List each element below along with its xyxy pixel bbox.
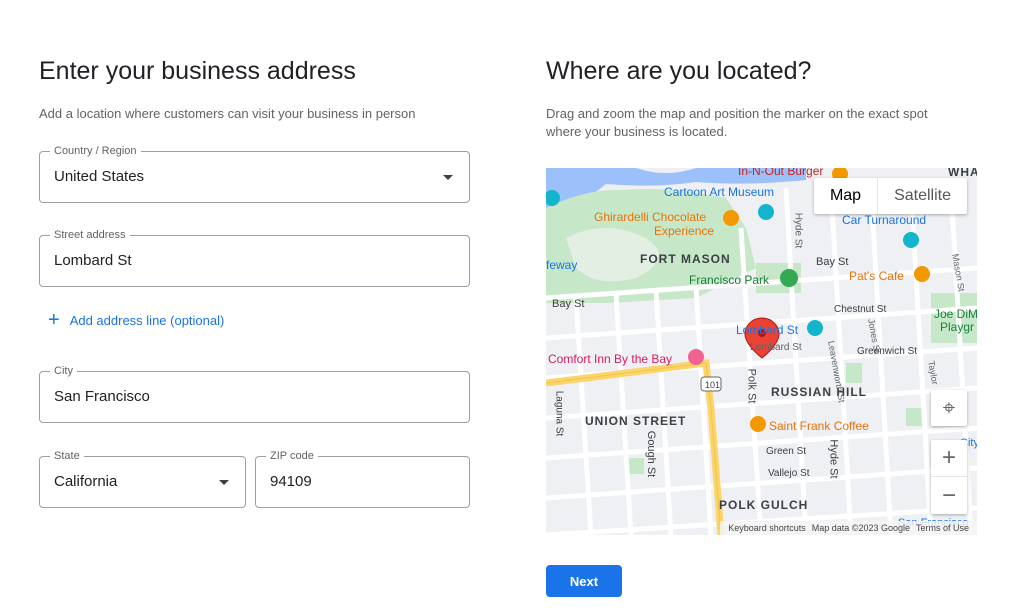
page-title: Enter your business address bbox=[39, 57, 356, 85]
map-label: Ghirardelli Chocolate bbox=[594, 210, 707, 224]
my-location-button[interactable]: ⌖ bbox=[931, 390, 967, 426]
map-label: Car Turnaround bbox=[842, 213, 927, 227]
zoom-controls: + − bbox=[931, 440, 967, 514]
map-label: FORT MASON bbox=[640, 252, 731, 266]
location-title: Where are you located? bbox=[546, 57, 812, 85]
map-label: Experience bbox=[654, 224, 715, 238]
map-label: Hyde St bbox=[792, 212, 804, 249]
map-attribution: Keyboard shortcuts Map data ©2023 Google… bbox=[720, 521, 977, 535]
map-view[interactable]: In-N-Out Burger Cartoon Art Museum WHA G… bbox=[546, 168, 977, 535]
map-label: Bay St bbox=[816, 256, 849, 268]
map-label: Chestnut St bbox=[834, 304, 887, 315]
map-label: Saint Frank Coffee bbox=[769, 419, 869, 433]
map-label: feway bbox=[546, 258, 578, 272]
state-select[interactable]: State California bbox=[39, 449, 246, 508]
city-value: San Francisco bbox=[54, 388, 150, 405]
state-label: State bbox=[50, 449, 84, 463]
country-value: United States bbox=[54, 168, 145, 185]
street-address-label: Street address bbox=[50, 228, 130, 242]
map-label: In-N-Out Burger bbox=[738, 168, 824, 178]
state-value: California bbox=[54, 473, 118, 490]
map-label: Laguna St bbox=[553, 390, 565, 437]
crosshair-icon: ⌖ bbox=[942, 395, 956, 420]
minus-icon: − bbox=[941, 481, 956, 509]
map-label: Joe DiM bbox=[934, 307, 977, 321]
map-label: Gough St bbox=[645, 430, 658, 478]
map-label: Greenwich St bbox=[857, 346, 918, 357]
map-label: Comfort Inn By the Bay bbox=[548, 352, 673, 366]
map-label: Vallejo St bbox=[768, 468, 810, 479]
zip-code-label: ZIP code bbox=[266, 449, 318, 463]
keyboard-shortcuts-link[interactable]: Keyboard shortcuts bbox=[728, 523, 806, 533]
map-type-toggle: Map Satellite bbox=[813, 178, 967, 214]
street-address-value: Lombard St bbox=[54, 252, 132, 269]
map-label: Pat's Cafe bbox=[849, 269, 904, 283]
map-label: 101 bbox=[705, 380, 721, 390]
map-label: Cartoon Art Museum bbox=[664, 185, 775, 199]
zip-code-field[interactable]: ZIP code 94109 bbox=[255, 449, 470, 508]
chevron-down-icon bbox=[443, 175, 453, 180]
city-label: City bbox=[50, 364, 77, 378]
zip-code-value: 94109 bbox=[270, 473, 312, 490]
street-address-field[interactable]: Street address Lombard St bbox=[39, 228, 470, 287]
map-label: POLK GULCH bbox=[719, 498, 809, 512]
map-label: Polk St bbox=[745, 368, 758, 404]
map-label: Playgr bbox=[940, 320, 975, 334]
chevron-down-icon bbox=[219, 480, 229, 485]
map-type-map-button[interactable]: Map bbox=[814, 178, 877, 214]
page-subtitle: Add a location where customers can visit… bbox=[39, 106, 416, 121]
map-data-text: Map data ©2023 Google bbox=[811, 523, 910, 533]
map-label: RUSSIAN HILL bbox=[771, 385, 867, 399]
map-label: Lombard St bbox=[750, 342, 802, 353]
add-address-line-label: Add address line (optional) bbox=[69, 312, 225, 328]
location-subtitle: Drag and zoom the map and position the m… bbox=[546, 106, 928, 139]
next-button[interactable]: Next bbox=[546, 565, 622, 597]
map-label: Francisco Park bbox=[689, 273, 770, 287]
map-label: Green St bbox=[766, 446, 807, 457]
add-address-line-button[interactable]: + Add address line (optional) bbox=[48, 309, 225, 331]
zoom-out-button[interactable]: − bbox=[931, 477, 967, 514]
map-type-satellite-button[interactable]: Satellite bbox=[877, 178, 967, 214]
country-select[interactable]: Country / Region United States bbox=[39, 144, 470, 203]
map-label: Lombard St bbox=[736, 323, 799, 337]
city-field[interactable]: City San Francisco bbox=[39, 364, 470, 423]
zoom-in-button[interactable]: + bbox=[931, 440, 967, 477]
country-label: Country / Region bbox=[50, 144, 141, 158]
terms-of-use-link[interactable]: Terms of Use bbox=[916, 523, 969, 533]
map-label: Bay St bbox=[552, 298, 585, 310]
plus-icon: + bbox=[941, 444, 956, 471]
map-label: Hyde St bbox=[827, 439, 840, 479]
map-label: UNION STREET bbox=[585, 414, 687, 428]
plus-icon: + bbox=[48, 309, 60, 331]
